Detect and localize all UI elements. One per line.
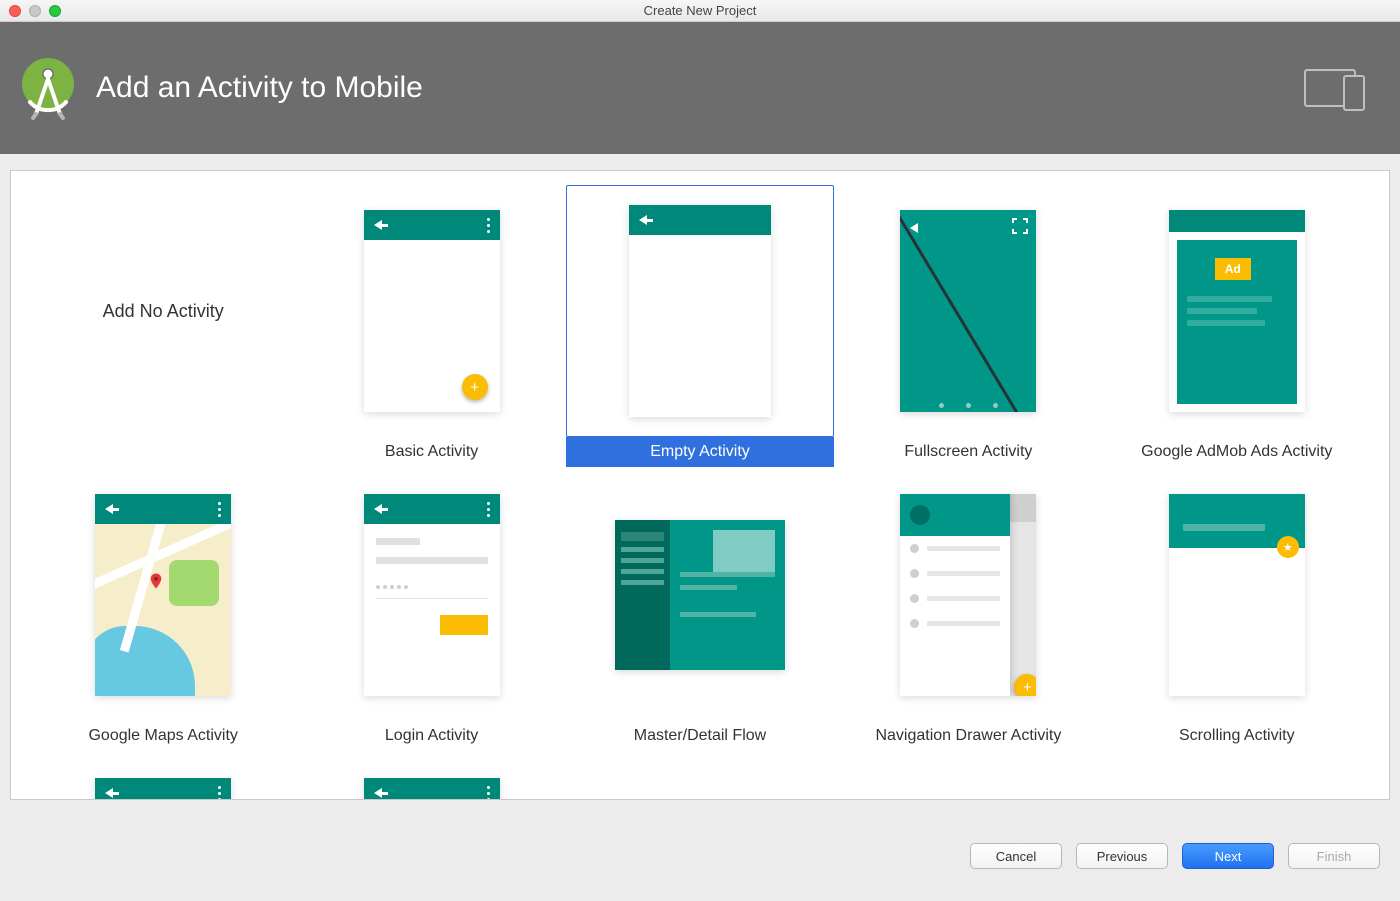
gallery-item-fullscreen-activity[interactable]: Fullscreen Activity [834, 185, 1102, 469]
overflow-menu-icon [218, 502, 221, 517]
admob-activity-thumb: Ad [1169, 210, 1305, 412]
previous-button[interactable]: Previous [1076, 843, 1168, 869]
window-titlebar: Create New Project [0, 0, 1400, 22]
fullscreen-icon [1012, 218, 1028, 234]
empty-activity-thumb [629, 205, 771, 417]
back-arrow-icon [105, 504, 113, 514]
map-pin-icon [147, 572, 165, 590]
activity-gallery-frame: Add No Activity . + Basic Activity [10, 170, 1390, 800]
overflow-menu-icon [218, 786, 221, 801]
gallery-item-label: Master/Detail Flow [566, 721, 834, 751]
gallery-item-master-detail-flow[interactable]: Master/Detail Flow [566, 469, 834, 753]
wizard-content: Add No Activity . + Basic Activity [0, 154, 1400, 831]
fab-add-icon: + [462, 374, 488, 400]
wizard-title: Add an Activity to Mobile [96, 71, 423, 105]
fullscreen-activity-thumb [900, 210, 1036, 412]
gallery-item-scrolling-activity[interactable]: ★ Scrolling Activity [1103, 469, 1371, 753]
gallery-item-label: Navigation Drawer Activity [834, 721, 1102, 751]
overflow-menu-icon [487, 218, 490, 233]
back-arrow-icon [105, 788, 113, 798]
navigation-drawer-thumb: + [900, 494, 1036, 696]
gallery-item-partial-2[interactable] [297, 753, 565, 800]
star-fab-icon: ★ [1277, 536, 1299, 558]
gallery-item-label: Fullscreen Activity [834, 437, 1102, 467]
gallery-item-basic-activity[interactable]: + Basic Activity [297, 185, 565, 469]
gallery-item-label: Google Maps Activity [29, 721, 297, 751]
device-frame-icon [1304, 64, 1368, 112]
gallery-item-label: Scrolling Activity [1103, 721, 1371, 751]
gallery-item-add-no-activity[interactable]: Add No Activity . [29, 185, 297, 469]
scrolling-activity-thumb: ★ [1169, 494, 1305, 696]
minimize-window-button[interactable] [29, 5, 41, 17]
basic-activity-thumb: + [364, 210, 500, 412]
wizard-header: Add an Activity to Mobile [0, 22, 1400, 154]
traffic-lights [9, 5, 61, 17]
gallery-item-partial-1[interactable] [29, 753, 297, 800]
back-arrow-icon [910, 223, 918, 233]
gallery-item-admob-activity[interactable]: Ad Google AdMob Ads Activity [1103, 185, 1371, 469]
fab-add-icon: + [1014, 674, 1036, 696]
gallery-item-navigation-drawer-activity[interactable]: + Navigation Drawer Activity [834, 469, 1102, 753]
gallery-item-label: Google AdMob Ads Activity [1103, 437, 1371, 467]
wizard-footer: Cancel Previous Next Finish [0, 831, 1400, 901]
cancel-button[interactable]: Cancel [970, 843, 1062, 869]
ad-chip: Ad [1215, 258, 1251, 280]
next-button[interactable]: Next [1182, 843, 1274, 869]
overflow-menu-icon [487, 786, 490, 801]
login-activity-thumb [364, 494, 500, 696]
gallery-item-label: Empty Activity [566, 437, 834, 467]
overflow-menu-icon [487, 502, 490, 517]
android-studio-logo-icon [16, 56, 80, 120]
gallery-item-label: Login Activity [298, 721, 566, 751]
gallery-item-label: Basic Activity [298, 437, 566, 467]
activity-gallery: Add No Activity . + Basic Activity [29, 185, 1371, 800]
back-arrow-icon [374, 788, 382, 798]
back-arrow-icon [639, 215, 647, 225]
gallery-item-label: Add No Activity [103, 301, 224, 322]
gallery-item-empty-activity[interactable]: Empty Activity [566, 185, 834, 469]
google-maps-activity-thumb [95, 494, 231, 696]
maximize-window-button[interactable] [49, 5, 61, 17]
back-arrow-icon [374, 220, 382, 230]
finish-button[interactable]: Finish [1288, 843, 1380, 869]
close-window-button[interactable] [9, 5, 21, 17]
master-detail-thumb [615, 520, 785, 670]
window-title: Create New Project [644, 3, 757, 18]
avatar-icon [910, 505, 930, 525]
back-arrow-icon [374, 504, 382, 514]
gallery-item-login-activity[interactable]: Login Activity [297, 469, 565, 753]
gallery-item-google-maps-activity[interactable]: Google Maps Activity [29, 469, 297, 753]
